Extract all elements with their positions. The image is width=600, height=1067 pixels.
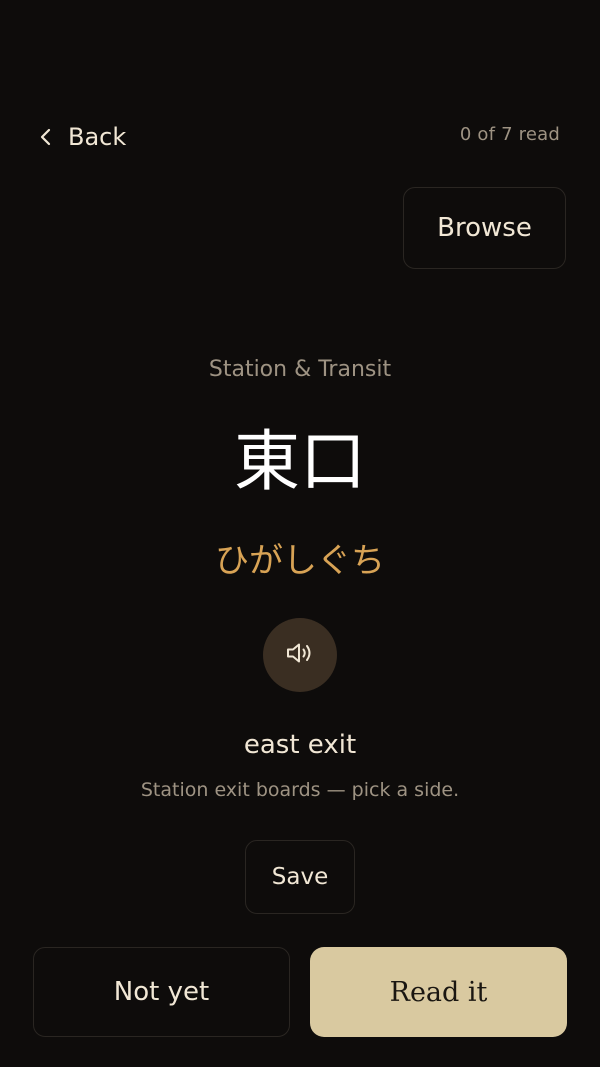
back-label: Back [68, 123, 127, 151]
back-button[interactable]: Back [38, 118, 126, 156]
not-yet-button[interactable]: Not yet [33, 947, 290, 1037]
kanji-term: 東口 [234, 423, 366, 500]
speaker-icon [285, 640, 315, 670]
category-label: Station & Transit [208, 357, 392, 382]
usage-note: Station exit boards — pick a side. [140, 779, 460, 801]
read-it-button[interactable]: Read it [310, 947, 567, 1037]
save-button[interactable]: Save [245, 840, 355, 914]
meaning-text: east exit [243, 730, 357, 760]
progress-counter: 0 of 7 read [459, 124, 560, 145]
play-audio-button[interactable] [263, 618, 337, 692]
chevron-left-icon [38, 127, 54, 147]
kana-reading: ひがしぐち [215, 541, 385, 581]
browse-button[interactable]: Browse [403, 187, 566, 269]
